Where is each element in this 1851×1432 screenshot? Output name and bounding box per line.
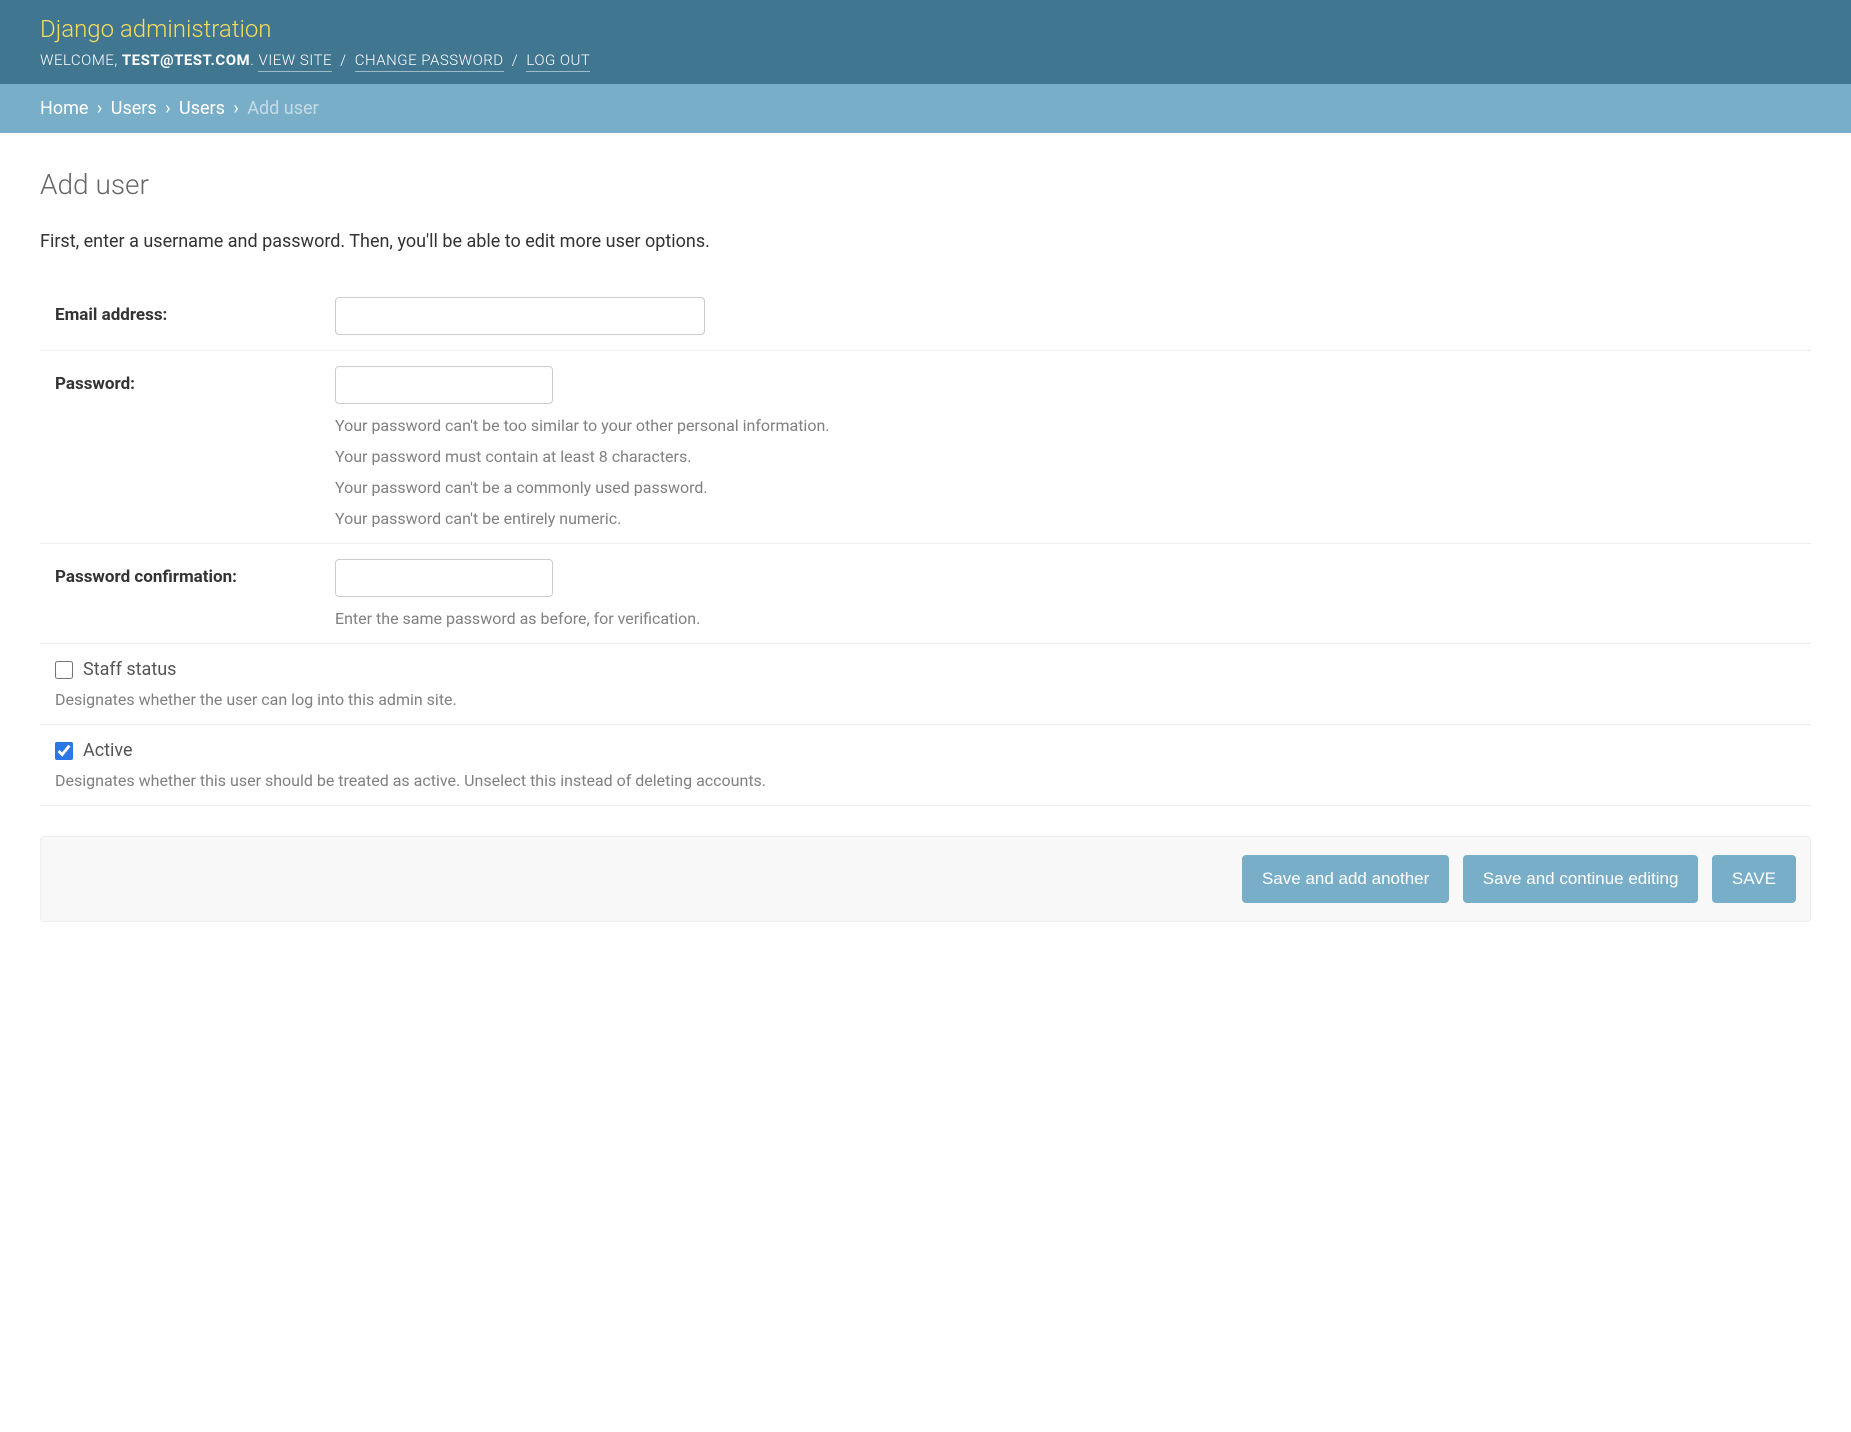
form-row-password: Password: Your password can't be too sim… [40,351,1811,544]
password-field[interactable] [335,366,553,404]
form-row-staff-status: Staff status Designates whether the user… [40,644,1811,725]
password-help-item: Your password can't be a commonly used p… [335,478,1796,497]
staff-status-label[interactable]: Staff status [83,659,176,680]
breadcrumb-home[interactable]: Home [40,98,88,119]
active-label[interactable]: Active [83,740,133,761]
breadcrumb: Home › Users › Users › Add user [0,84,1851,133]
field-column: Enter the same password as before, for v… [335,559,1796,628]
active-help: Designates whether this user should be t… [55,771,1796,790]
password-confirmation-help: Enter the same password as before, for v… [335,609,1796,628]
breadcrumb-current: Add user [247,98,318,119]
intro-text: First, enter a username and password. Th… [40,231,1811,252]
form-row-password-confirmation: Password confirmation: Enter the same pa… [40,544,1811,644]
save-add-another-button[interactable] [1242,855,1449,903]
page-title: Add user [40,168,1811,201]
welcome-text: Welcome, [40,51,122,69]
save-continue-button[interactable] [1463,855,1699,903]
password-help-item: Your password can't be too similar to yo… [335,416,1796,435]
breadcrumb-users-model[interactable]: Users [179,98,225,119]
breadcrumb-separator: › [93,98,106,119]
checkbox-line: Active [55,740,1796,761]
field-column: Your password can't be too similar to yo… [335,366,1796,528]
password-confirmation-label: Password confirmation: [55,559,335,587]
password-confirmation-field[interactable] [335,559,553,597]
add-user-form: Email address: Password: Your password c… [40,282,1811,922]
separator: / [336,51,350,69]
separator: / [508,51,522,69]
checkbox-line: Staff status [55,659,1796,680]
content: Add user First, enter a username and pas… [0,133,1851,942]
site-title: Django administration [40,15,1811,43]
log-out-link[interactable]: Log out [526,51,590,72]
breadcrumb-users-app[interactable]: Users [111,98,157,119]
active-checkbox[interactable] [55,742,73,760]
breadcrumb-separator: › [229,98,242,119]
user-identifier: TEST@TEST.COM [122,51,250,69]
view-site-link[interactable]: View site [258,51,332,72]
password-help-item: Your password can't be entirely numeric. [335,509,1796,528]
branding: Django administration [40,15,1811,43]
form-row-active: Active Designates whether this user shou… [40,725,1811,806]
header: Django administration Welcome, TEST@TEST… [0,0,1851,84]
password-label: Password: [55,366,335,394]
field-column [335,297,1796,335]
submit-row [40,836,1811,922]
staff-status-help: Designates whether the user can log into… [55,690,1796,709]
form-row-email: Email address: [40,282,1811,351]
email-label: Email address: [55,297,335,325]
user-tools: Welcome, TEST@TEST.COM. View site / Chan… [40,51,1811,69]
change-password-link[interactable]: Change password [355,51,504,72]
save-button[interactable] [1712,855,1796,903]
email-field[interactable] [335,297,705,335]
password-help-list: Your password can't be too similar to yo… [335,416,1796,528]
staff-status-checkbox[interactable] [55,661,73,679]
breadcrumb-separator: › [161,98,174,119]
password-help-item: Your password must contain at least 8 ch… [335,447,1796,466]
